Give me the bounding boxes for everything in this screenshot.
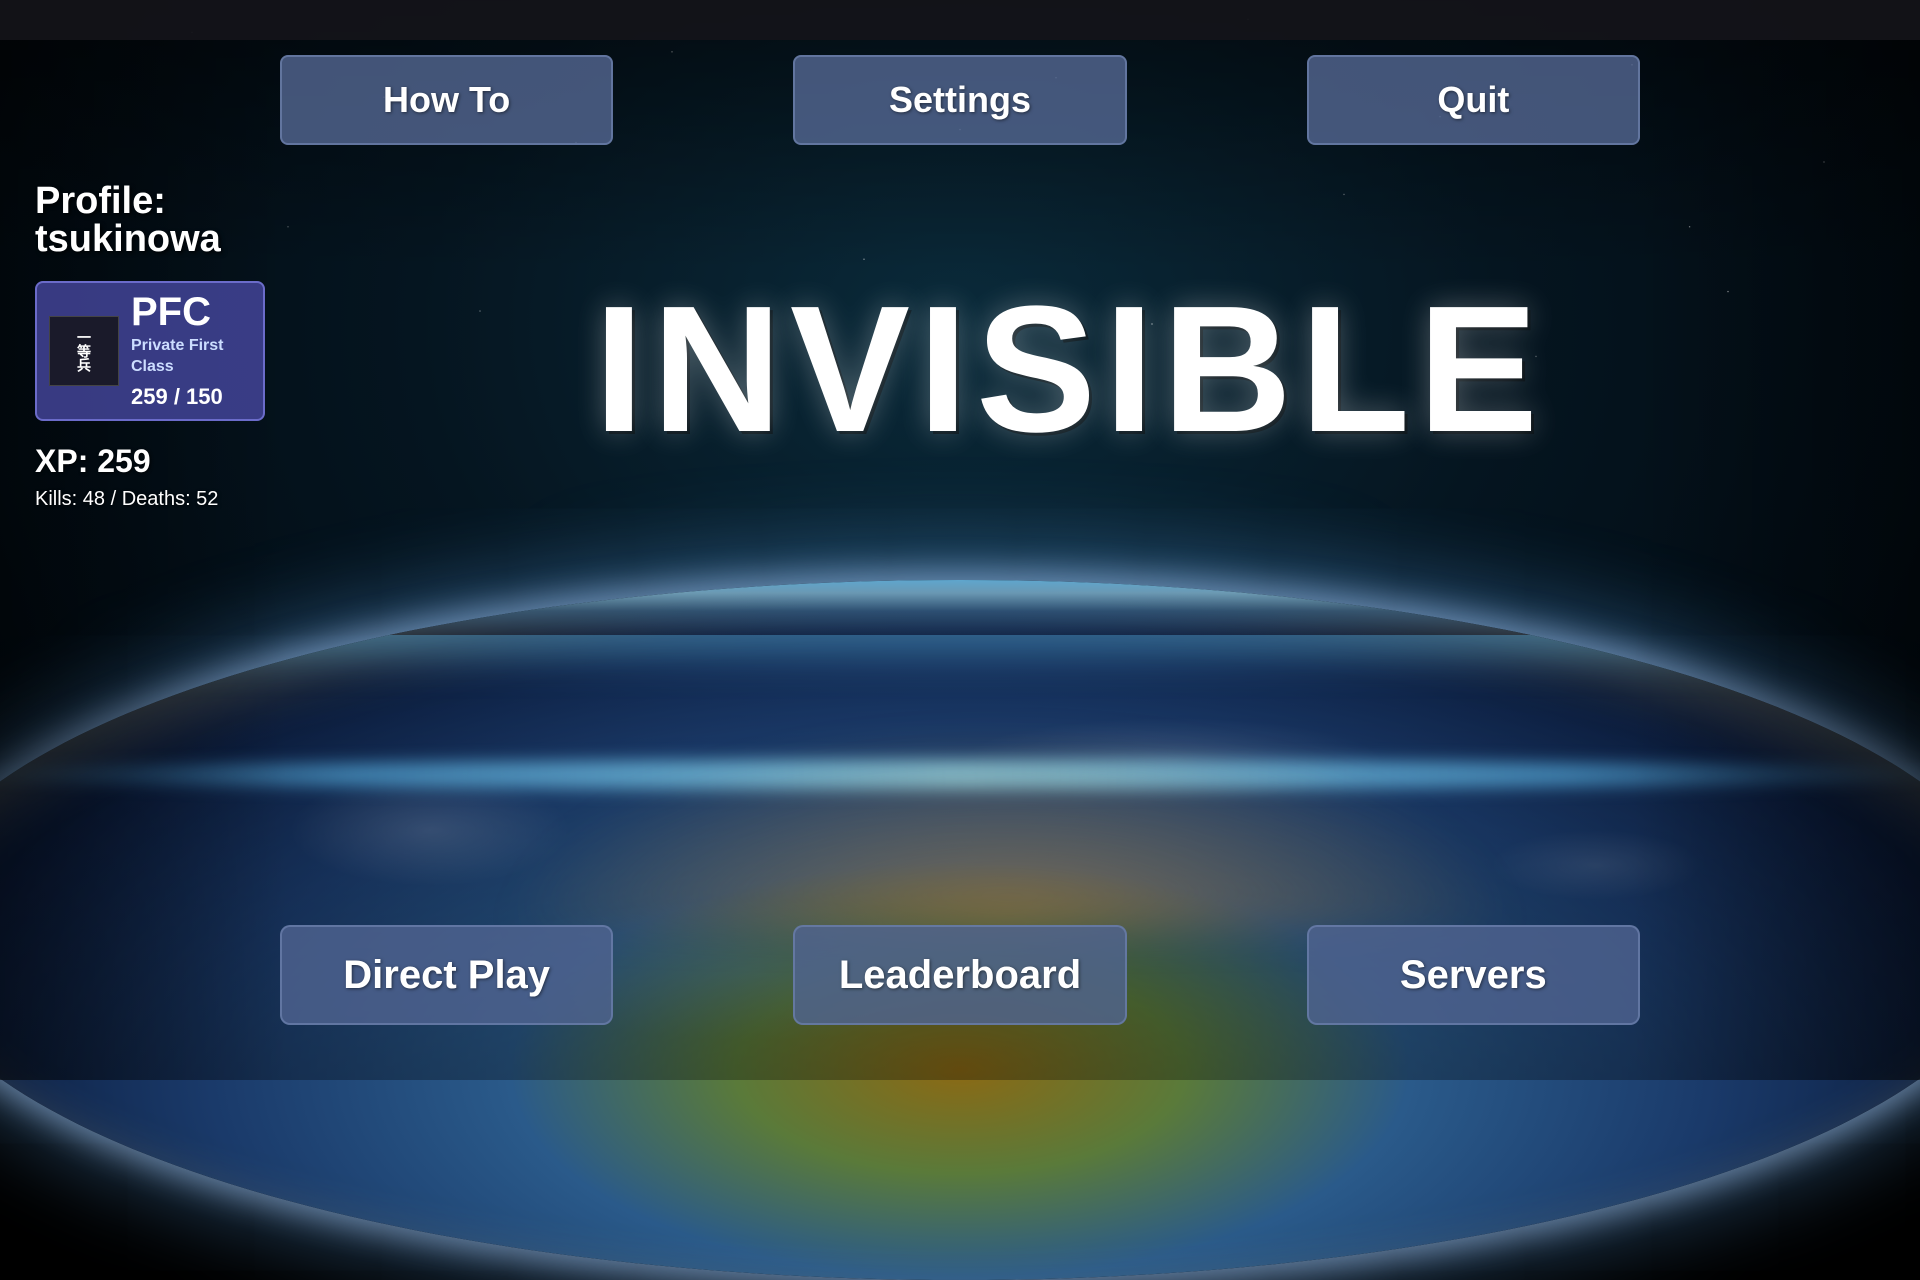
rank-full-name: Private First Class [131,336,223,378]
game-title-container: INVISIBLE [300,280,1840,460]
rank-emblem-text: 一等兵 [74,330,94,372]
settings-button[interactable]: Settings [793,55,1126,145]
servers-button[interactable]: Servers [1307,925,1640,1025]
top-nav: How To Settings Quit [280,55,1640,145]
kills-deaths-display: Kills: 48 / Deaths: 52 [35,488,265,511]
rank-abbreviation: PFC [131,292,223,332]
rank-info: PFC Private First Class 259 / 150 [131,292,223,410]
main-content: How To Settings Quit Profile: tsukinowa … [0,0,1920,1080]
profile-username: tsukinowa [35,218,265,261]
rank-card: 一等兵 PFC Private First Class 259 / 150 [35,281,265,421]
rank-xp-display: 259 / 150 [131,384,223,410]
direct-play-button[interactable]: Direct Play [280,925,613,1025]
top-bar [0,0,1920,40]
bottom-nav: Direct Play Leaderboard Servers [280,925,1640,1025]
rank-emblem: 一等兵 [49,316,119,386]
profile-section: Profile: tsukinowa 一等兵 PFC Private First… [35,180,265,511]
profile-label: Profile: [35,180,265,223]
stats-section: XP: 259 Kills: 48 / Deaths: 52 [35,443,265,511]
quit-button[interactable]: Quit [1307,55,1640,145]
xp-display: XP: 259 [35,443,265,480]
game-title: INVISIBLE [594,280,1546,460]
howto-button[interactable]: How To [280,55,613,145]
leaderboard-button[interactable]: Leaderboard [793,925,1126,1025]
